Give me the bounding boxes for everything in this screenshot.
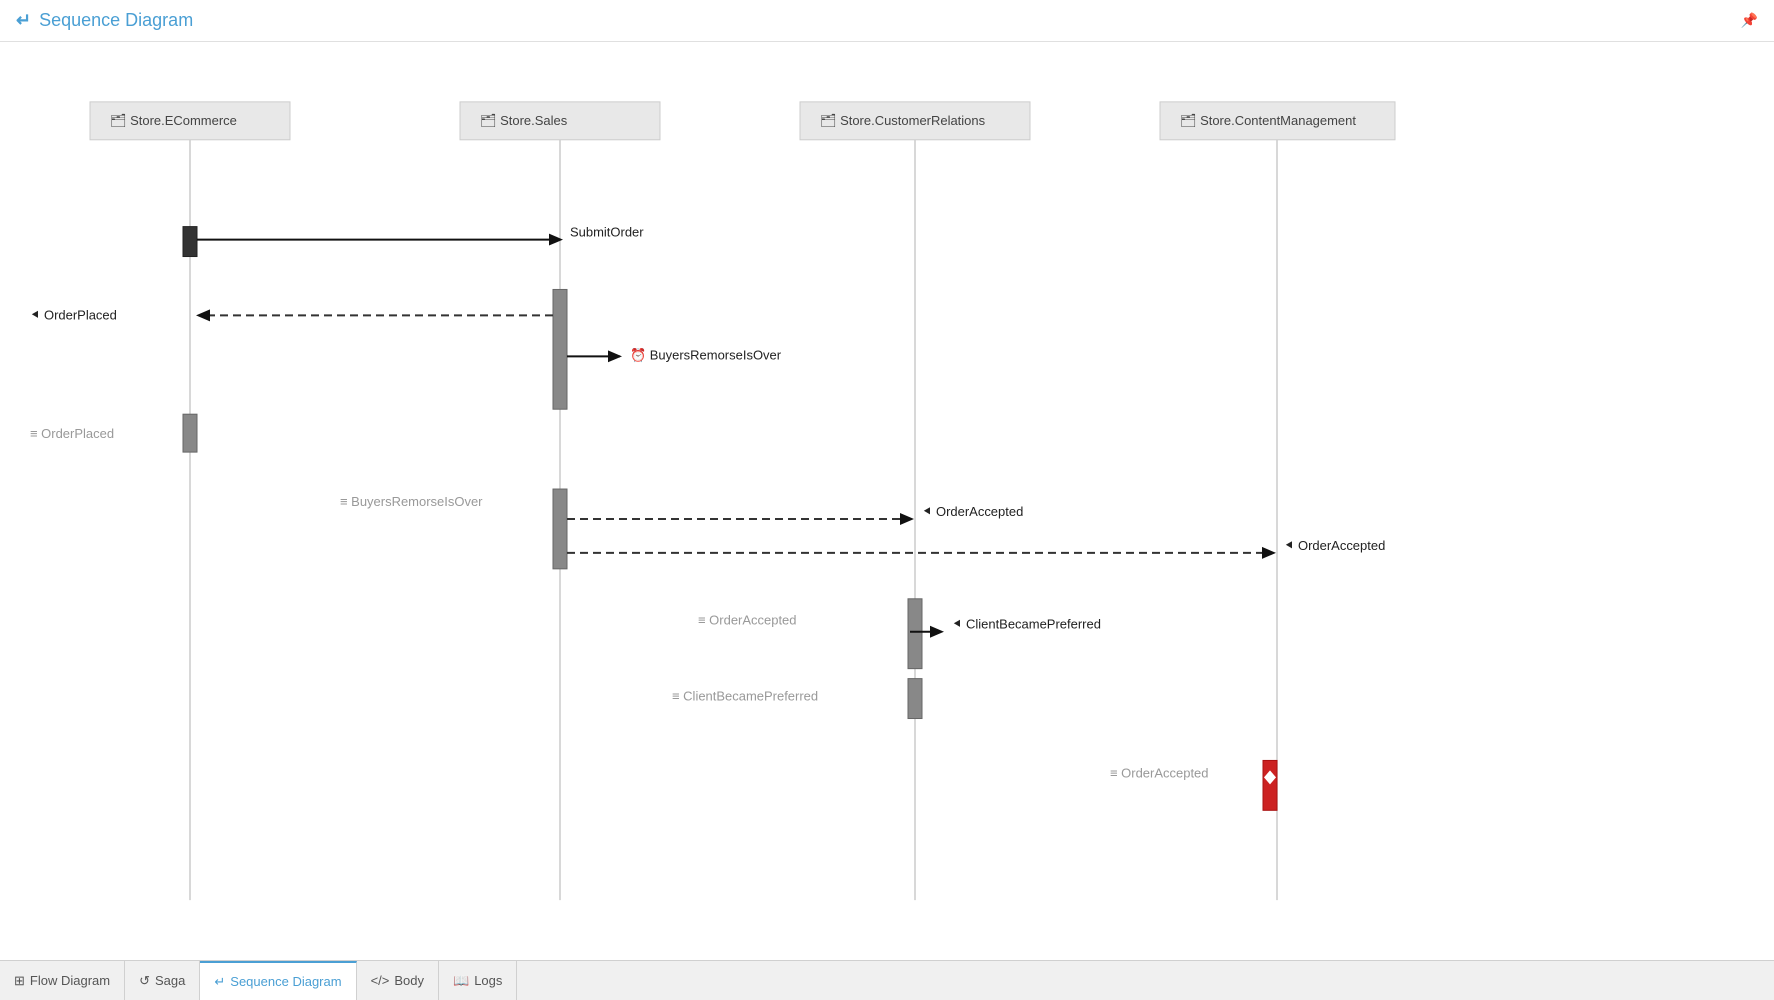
label-clientbecame: ≡ ClientBecamePreferred — [672, 689, 818, 704]
msg2-label: ⯇ OrderPlaced — [30, 307, 117, 322]
pin-icon[interactable]: 📌 — [1741, 12, 1758, 29]
lifeline-label-customer: 🗂 Store.CustomerRelations — [820, 113, 986, 128]
label-orderplaced-ec: ≡ OrderPlaced — [30, 426, 114, 441]
flow-diagram-icon: ⊞ — [14, 973, 25, 989]
msg3-label: ⏰ BuyersRemorseIsOver — [630, 346, 782, 362]
msg1-label: SubmitOrder — [570, 225, 644, 240]
msg6-label: ⯇ ClientBecamePreferred — [952, 617, 1101, 632]
tab-flow-diagram[interactable]: ⊞ Flow Diagram — [0, 961, 125, 1000]
act-box-sales-1 — [553, 289, 567, 409]
saga-icon: ↺ — [139, 973, 150, 989]
msg3-arrow — [608, 350, 622, 362]
msg2-arrow — [196, 309, 210, 321]
sequence-diagram-svg: 🗂 Store.ECommerce 🗂 Store.Sales 🗂 Store.… — [0, 42, 1774, 960]
tab-sequence-diagram[interactable]: ↵ Sequence Diagram — [200, 961, 356, 1000]
label-buyersremorse: ≡ BuyersRemorseIsOver — [340, 494, 483, 509]
tab-sequence-diagram-label: Sequence Diagram — [230, 974, 341, 989]
act-box-sales-2 — [553, 489, 567, 569]
sequence-icon: ↵ — [16, 10, 31, 31]
tab-body-label: Body — [394, 973, 424, 988]
msg5-label: ⯇ OrderAccepted — [1284, 538, 1385, 553]
msg5-arrow — [1262, 547, 1276, 559]
act-box-ecommerce-2 — [183, 414, 197, 452]
msg6-arrow-small — [930, 626, 944, 638]
act-box-customer-1 — [908, 599, 922, 669]
msg4-arrow — [900, 513, 914, 525]
tab-saga[interactable]: ↺ Saga — [125, 961, 200, 1000]
page-title: Sequence Diagram — [39, 10, 193, 31]
tab-flow-diagram-label: Flow Diagram — [30, 973, 110, 988]
lifeline-label-ecommerce: 🗂 Store.ECommerce — [110, 113, 237, 128]
tab-logs[interactable]: 📖 Logs — [439, 961, 517, 1000]
act-box-ecommerce-1 — [183, 227, 197, 257]
body-icon: </> — [371, 973, 390, 988]
tab-logs-label: Logs — [474, 973, 502, 988]
tab-saga-label: Saga — [155, 973, 185, 988]
label-orderaccepted-cr: ≡ OrderAccepted — [698, 613, 797, 628]
act-box-customer-2 — [908, 679, 922, 719]
bottom-tab-bar: ⊞ Flow Diagram ↺ Saga ↵ Sequence Diagram… — [0, 960, 1774, 1000]
msg4-label: ⯇ OrderAccepted — [922, 504, 1023, 519]
tab-body[interactable]: </> Body — [357, 961, 439, 1000]
lifeline-label-content: 🗂 Store.ContentManagement — [1180, 113, 1356, 128]
sequence-diagram-tab-icon: ↵ — [214, 974, 225, 990]
act-box-content-error — [1263, 760, 1277, 810]
lifeline-label-sales: 🗂 Store.Sales — [480, 113, 568, 128]
header: ↵ Sequence Diagram 📌 — [0, 0, 1774, 42]
label-orderaccepted-cm: ≡ OrderAccepted — [1110, 765, 1209, 780]
diagram-area: 🗂 Store.ECommerce 🗂 Store.Sales 🗂 Store.… — [0, 42, 1774, 960]
logs-icon: 📖 — [453, 973, 469, 989]
msg1-dot — [552, 237, 558, 243]
